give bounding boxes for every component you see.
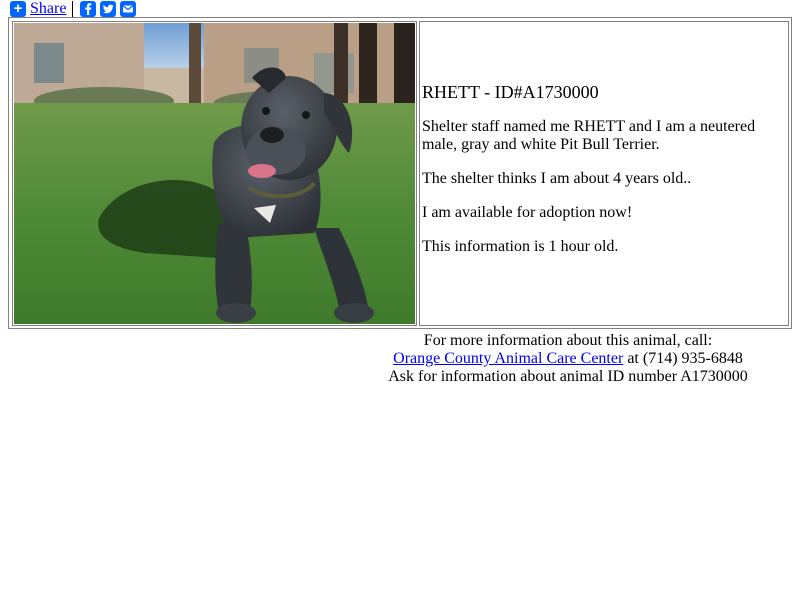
animal-age: The shelter thinks I am about 4 years ol…: [422, 170, 692, 187]
info-cell: RHETT - ID#A1730000 Shelter staff named …: [419, 21, 789, 326]
photo-cell: [12, 21, 417, 326]
share-link[interactable]: Share: [30, 0, 66, 18]
animal-table: RHETT - ID#A1730000 Shelter staff named …: [8, 17, 792, 329]
info-age: This information is 1 hour old.: [422, 238, 619, 255]
plus-icon[interactable]: +: [10, 1, 26, 17]
twitter-icon[interactable]: [100, 1, 117, 17]
phone-text: at (714) 935-6848: [623, 350, 743, 367]
shelter-link[interactable]: Orange County Animal Care Center: [393, 350, 623, 367]
contact-line: Orange County Animal Care Center at (714…: [380, 350, 756, 368]
adoption-status: I am available for adoption now!: [422, 204, 633, 221]
contact-id-line: Ask for information about animal ID numb…: [388, 368, 748, 385]
share-bar: + Share: [10, 0, 140, 18]
contact-intro: For more information about this animal, …: [423, 332, 713, 349]
contact-footer: For more information about this animal, …: [380, 332, 756, 386]
facebook-icon[interactable]: [80, 1, 97, 17]
animal-title: RHETT - ID#A1730000: [422, 82, 599, 102]
divider: [72, 1, 74, 17]
animal-photo: [14, 23, 415, 324]
animal-description: Shelter staff named me RHETT and I am a …: [422, 118, 756, 153]
email-icon[interactable]: [120, 1, 137, 17]
